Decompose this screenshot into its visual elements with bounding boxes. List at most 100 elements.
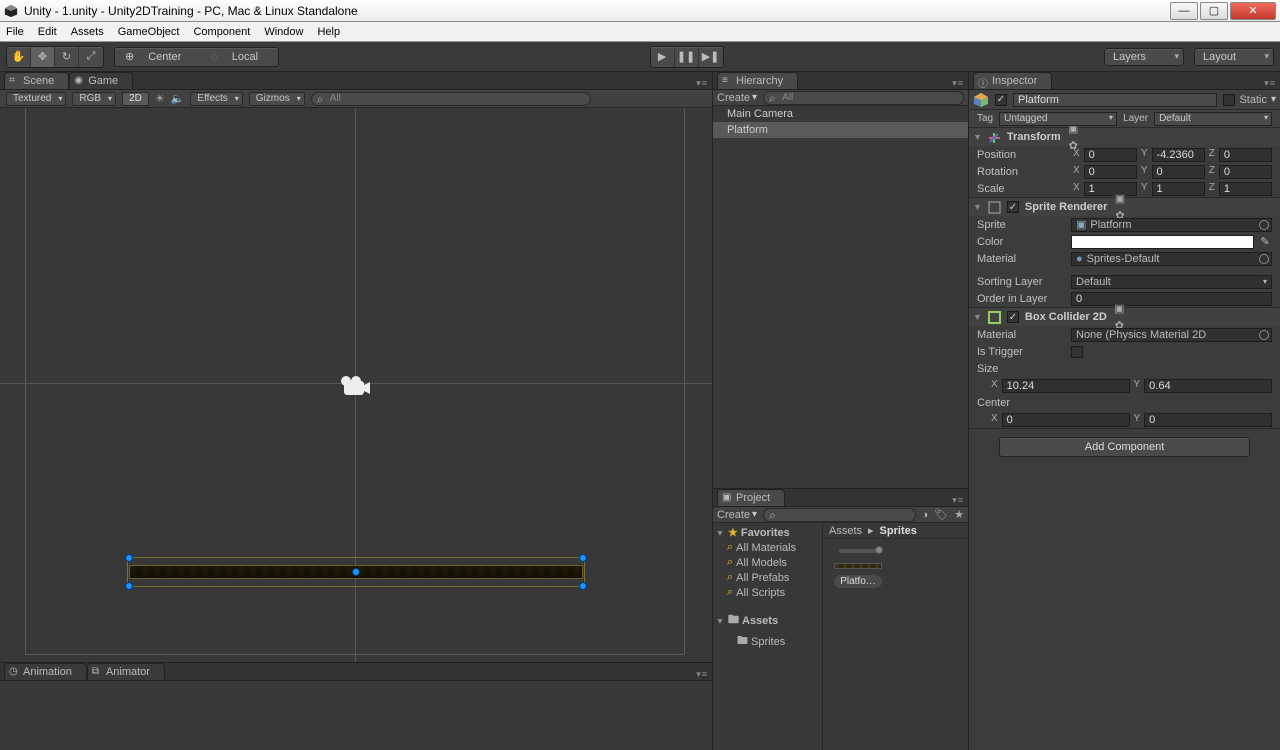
gameobject-name-input[interactable]: Platform [1013, 93, 1217, 107]
menu-gameobject[interactable]: GameObject [118, 26, 180, 38]
add-component-button[interactable]: Add Component [999, 437, 1250, 457]
inspector-tab-menu-icon[interactable]: ▾≡ [1264, 78, 1276, 89]
rendermode-dropdown[interactable]: RGB [72, 92, 116, 106]
help-icon[interactable]: ▣ [1113, 302, 1126, 315]
help-icon[interactable]: ▣ [1113, 192, 1126, 205]
tab-animator[interactable]: ⧉Animator [87, 663, 165, 680]
spriterenderer-header[interactable]: ▼ Sprite Renderer ▣✿ [969, 198, 1280, 216]
step-button[interactable]: ▶❚ [699, 47, 723, 67]
asset-zoom-slider[interactable] [839, 549, 883, 553]
handle-top-right[interactable] [579, 554, 587, 562]
save-search-icon[interactable]: ★ [954, 508, 964, 521]
active-checkbox[interactable] [995, 94, 1007, 106]
breadcrumb-sprites[interactable]: Sprites [880, 525, 917, 537]
object-picker-icon[interactable] [1259, 254, 1269, 264]
scene-tab-menu-icon[interactable]: ▾≡ [696, 78, 708, 89]
pivot-mode-button[interactable]: ⊕ Center [115, 50, 201, 63]
favorites-header[interactable]: Favorites [741, 527, 790, 539]
shading-dropdown[interactable]: Textured [6, 92, 66, 106]
layer-dropdown[interactable]: Default [1154, 112, 1272, 126]
fav-all-prefabs[interactable]: All Prefabs [736, 572, 789, 584]
asset-platform[interactable]: Platfo… [833, 559, 883, 588]
menu-edit[interactable]: Edit [38, 26, 57, 38]
pos-x-input[interactable]: 0 [1084, 148, 1137, 162]
hierarchy-item-main-camera[interactable]: Main Camera [713, 106, 968, 122]
2d-toggle-button[interactable]: 2D [122, 92, 149, 106]
effects-dropdown[interactable]: Effects [190, 92, 242, 106]
rotate-tool-button[interactable]: ↻ [55, 47, 79, 67]
menu-file[interactable]: File [6, 26, 24, 38]
sprite-field[interactable]: ▣Platform [1071, 218, 1272, 232]
handle-top-left[interactable] [125, 554, 133, 562]
menu-help[interactable]: Help [317, 26, 340, 38]
tab-project[interactable]: ▣Project [717, 489, 785, 506]
layout-dropdown[interactable]: Layout [1194, 48, 1274, 66]
pause-button[interactable]: ❚❚ [675, 47, 699, 67]
fold-assets[interactable]: ▼ [715, 616, 725, 626]
scene-search-input[interactable]: All [311, 92, 591, 106]
maximize-button[interactable]: ▢ [1200, 2, 1228, 20]
project-tab-menu-icon[interactable]: ▾≡ [952, 495, 964, 506]
light-icon[interactable]: ☀ [155, 92, 165, 105]
layers-dropdown[interactable]: Layers [1104, 48, 1184, 66]
space-mode-button[interactable]: ◌ Local [201, 51, 278, 63]
menu-window[interactable]: Window [264, 26, 303, 38]
search-by-label-icon[interactable]: 🏷 [934, 508, 948, 521]
material-field[interactable]: ●Sprites-Default [1071, 252, 1272, 266]
istrigger-checkbox[interactable] [1071, 346, 1083, 358]
tab-game[interactable]: ◉Game [69, 72, 133, 89]
asset-grid[interactable]: Platfo… [823, 539, 968, 750]
tab-hierarchy[interactable]: ≡Hierarchy [717, 72, 798, 89]
platform-sprite[interactable] [129, 565, 583, 579]
hierarchy-search-input[interactable]: All [763, 91, 964, 105]
object-picker-icon[interactable] [1259, 220, 1269, 230]
folder-sprites[interactable]: Sprites [751, 636, 785, 648]
pos-z-input[interactable]: 0 [1219, 148, 1272, 162]
fold-favorites[interactable]: ▼ [715, 528, 725, 538]
pos-y-input[interactable]: -4.2360 [1152, 148, 1205, 162]
scene-viewport[interactable] [0, 108, 712, 662]
hand-tool-button[interactable]: ✋ [7, 47, 31, 67]
center-y-input[interactable]: 0 [1144, 413, 1272, 427]
tab-inspector[interactable]: ⓘInspector [973, 72, 1052, 89]
search-by-type-icon[interactable]: ◑ [922, 509, 929, 521]
handle-bottom-right[interactable] [579, 582, 587, 590]
rot-z-input[interactable]: 0 [1219, 165, 1272, 179]
project-search-input[interactable] [763, 508, 915, 522]
rot-x-input[interactable]: 0 [1084, 165, 1137, 179]
boxcollider-header[interactable]: ▼ Box Collider 2D ▣✿ [969, 308, 1280, 326]
transform-header[interactable]: ▼ Transform ▣✿ [969, 128, 1280, 146]
size-x-input[interactable]: 10.24 [1002, 379, 1130, 393]
gameobject-cube-icon[interactable] [973, 92, 989, 108]
fav-all-scripts[interactable]: All Scripts [736, 587, 785, 599]
boxcollider-enabled-checkbox[interactable] [1007, 311, 1019, 323]
handle-bottom-left[interactable] [125, 582, 133, 590]
static-checkbox[interactable] [1223, 94, 1235, 106]
minimize-button[interactable]: — [1170, 2, 1198, 20]
menu-component[interactable]: Component [193, 26, 250, 38]
center-x-input[interactable]: 0 [1002, 413, 1130, 427]
hierarchy-create-button[interactable]: Create ▾ [717, 92, 757, 104]
size-y-input[interactable]: 0.64 [1144, 379, 1272, 393]
menu-assets[interactable]: Assets [71, 26, 104, 38]
object-picker-icon[interactable] [1259, 330, 1269, 340]
gizmos-dropdown[interactable]: Gizmos [249, 92, 305, 106]
tag-dropdown[interactable]: Untagged [999, 112, 1117, 126]
hierarchy-item-platform[interactable]: Platform [713, 122, 968, 138]
move-tool-button[interactable]: ✥ [31, 47, 55, 67]
play-button[interactable]: ▶ [651, 47, 675, 67]
fav-all-materials[interactable]: All Materials [736, 542, 796, 554]
tab-animation[interactable]: ◷Animation [4, 663, 87, 680]
close-button[interactable]: ✕ [1230, 2, 1276, 20]
breadcrumb-assets[interactable]: Assets [829, 525, 862, 537]
hierarchy-tab-menu-icon[interactable]: ▾≡ [952, 78, 964, 89]
spriterenderer-enabled-checkbox[interactable] [1007, 201, 1019, 213]
assets-header[interactable]: Assets [742, 615, 778, 627]
sortlayer-dropdown[interactable]: Default▾ [1071, 275, 1272, 289]
physmat-field[interactable]: None (Physics Material 2D [1071, 328, 1272, 342]
handle-center[interactable] [352, 568, 360, 576]
scale-tool-button[interactable]: ⤢ [79, 47, 103, 67]
static-label[interactable]: Static [1239, 94, 1267, 106]
color-field[interactable] [1071, 235, 1254, 249]
project-tree[interactable]: ▼★Favorites ⌕All Materials ⌕All Models ⌕… [713, 523, 823, 750]
